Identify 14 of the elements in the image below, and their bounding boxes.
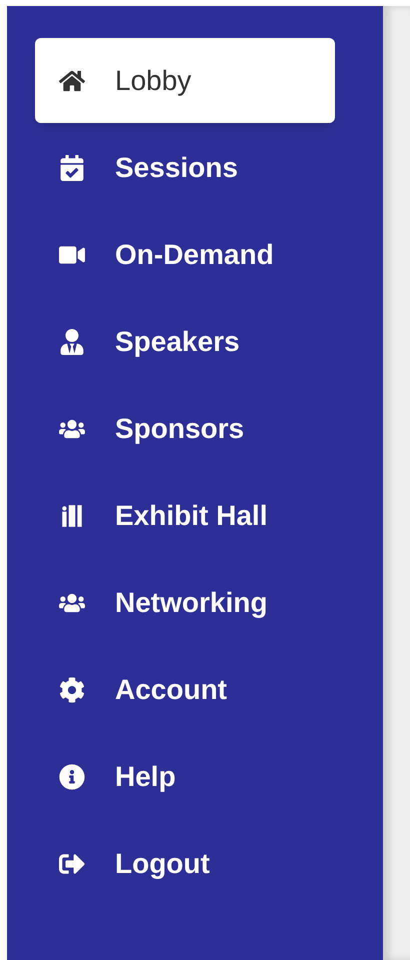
sidebar-item[interactable]: Lobby: [35, 38, 335, 123]
person-icon: [59, 328, 85, 354]
settings-icon: [59, 676, 85, 702]
sidebar-item[interactable]: On-Demand: [35, 212, 335, 297]
sidebar-item[interactable]: Sponsors: [35, 386, 335, 471]
info-icon: [59, 764, 85, 790]
sidebar-item[interactable]: Account: [35, 647, 335, 732]
sidebar-item[interactable]: Sessions: [35, 125, 335, 210]
calendar-check-icon: [59, 154, 85, 180]
sidebar-item[interactable]: Networking: [35, 560, 335, 645]
sidebar-item[interactable]: Exhibit Hall: [35, 473, 335, 558]
sidebar-item[interactable]: Help: [35, 734, 335, 819]
sidebar-item[interactable]: Logout: [35, 821, 335, 906]
sidebar-item[interactable]: Speakers: [35, 299, 335, 384]
